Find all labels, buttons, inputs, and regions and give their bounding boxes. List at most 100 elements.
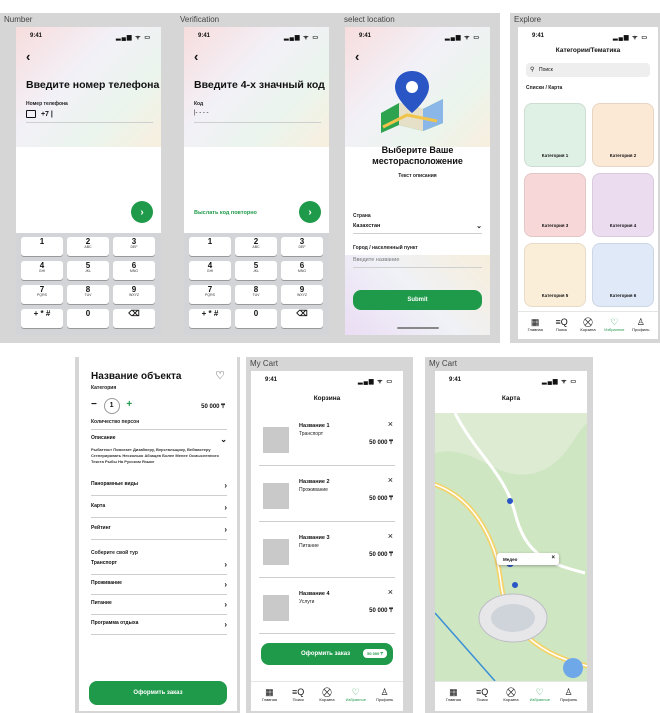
map-view[interactable] <box>435 413 587 681</box>
order-button[interactable]: Оформить заказ 50 000 ₸ <box>261 643 393 665</box>
keypad-key[interactable]: + * # <box>189 309 231 328</box>
keypad-key[interactable]: 4 GHI <box>21 261 63 280</box>
remove-icon[interactable]: × <box>388 419 393 429</box>
back-button[interactable]: ‹ <box>194 49 198 64</box>
tour-row[interactable]: Транспорт › <box>91 560 227 574</box>
status-bar: 9:41 ▂▄▆ ᯤ ▭ <box>198 33 319 41</box>
country-label: Страна <box>353 213 371 219</box>
order-button[interactable]: Оформить заказ <box>89 681 227 705</box>
category-card[interactable]: Категория 3 <box>524 173 586 237</box>
keypad-key[interactable]: 0 <box>235 309 277 328</box>
section-label: Соберите свой тур <box>91 550 138 556</box>
tab-1[interactable]: ▦ Главная <box>523 317 547 332</box>
close-icon[interactable]: × <box>551 555 555 561</box>
divider <box>91 495 227 496</box>
keypad-key[interactable]: 5 JKL <box>235 261 277 280</box>
keypad-key[interactable]: 9 WXYZ <box>281 285 323 304</box>
category-card[interactable]: Категория 6 <box>592 243 654 307</box>
back-button[interactable]: ‹ <box>355 49 359 64</box>
keypad-key[interactable]: 5 JKL <box>67 261 109 280</box>
map-pin-illustration <box>381 71 443 133</box>
tab-2[interactable]: ≡Q Поиск <box>286 687 310 702</box>
code-field[interactable]: |- - - - <box>194 110 209 116</box>
keypad-key[interactable]: 6 MNO <box>281 261 323 280</box>
tab-1[interactable]: ▦ Главная <box>441 687 465 702</box>
keypad-key[interactable]: ⌫ <box>281 309 323 328</box>
tab-icon: ♙ <box>636 317 645 327</box>
keypad-key[interactable]: 4 GHI <box>189 261 231 280</box>
tab-bar: ▦ Главная ≡Q Поиск ⛒ Корзина ♡ Избранное ♙ Профил… <box>518 311 658 339</box>
tab-5[interactable]: ♙ Профиль <box>373 687 397 702</box>
tab-4[interactable]: ♡ Избранное <box>344 687 368 702</box>
keypad-key[interactable]: 3 DEF <box>281 237 323 256</box>
submit-button[interactable]: Submit <box>353 290 482 310</box>
remove-icon[interactable]: × <box>388 475 393 485</box>
breadcrumb: Списки / Карта <box>526 85 563 91</box>
keypad-key[interactable]: 0 <box>67 309 109 328</box>
phone-field[interactable]: +7 | <box>26 110 53 118</box>
keypad-key[interactable]: 9 WXYZ <box>113 285 155 304</box>
heart-icon[interactable]: ♡ <box>215 369 225 382</box>
status-bar: 9:41 ▂▄▆ ᯤ ▭ <box>359 33 480 41</box>
keypad-key[interactable]: 7 PQRS <box>189 285 231 304</box>
category-card[interactable]: Категория 5 <box>524 243 586 307</box>
tab-2[interactable]: ≡Q Поиск <box>470 687 494 702</box>
page-title: Введите 4-х значный код <box>194 79 325 91</box>
tab-5[interactable]: ♙ Профиль <box>557 687 581 702</box>
map-popup[interactable]: Медео × <box>497 553 559 565</box>
divider <box>91 634 227 635</box>
tab-3[interactable]: ⛒ Корзина <box>499 687 523 702</box>
detail-row[interactable]: Панорамные виды › <box>91 481 227 495</box>
tab-icon: ≡Q <box>292 687 305 697</box>
keypad-key[interactable]: ⌫ <box>113 309 155 328</box>
keypad-key[interactable]: 2 ABC <box>235 237 277 256</box>
category-card[interactable]: Категория 2 <box>592 103 654 167</box>
keypad-key[interactable]: 1 <box>21 237 63 256</box>
divider <box>91 594 227 595</box>
divider <box>259 577 395 578</box>
screen-label: Verification <box>180 15 220 24</box>
tour-row[interactable]: Проживание › <box>91 580 227 594</box>
keypad-key[interactable]: 1 <box>189 237 231 256</box>
detail-row[interactable]: Рейтинг › <box>91 525 227 539</box>
category-card[interactable]: Категория 4 <box>592 173 654 237</box>
keypad-key[interactable]: 7 PQRS <box>21 285 63 304</box>
tab-2[interactable]: ≡Q Поиск <box>550 317 574 332</box>
tab-bar: ▦ Главная ≡Q Поиск ⛒ Корзина ♡ Избранное ♙ Профил… <box>435 681 587 710</box>
back-button[interactable]: ‹ <box>26 49 30 64</box>
tab-4[interactable]: ♡ Избранное <box>602 317 626 332</box>
remove-icon[interactable]: × <box>388 587 393 597</box>
field-label: Номер телефона <box>26 101 68 107</box>
country-select[interactable]: Казахстан ⌄ <box>353 223 482 230</box>
resend-link[interactable]: Выслать код повторно <box>194 210 257 216</box>
item-thumbnail <box>263 595 289 621</box>
keypad-key[interactable]: + * # <box>21 309 63 328</box>
tab-3[interactable]: ⛒ Корзина <box>576 317 600 332</box>
next-button[interactable]: › <box>299 201 321 223</box>
item-price: 50 000 ₸ <box>369 552 393 558</box>
category-card[interactable]: Категория 1 <box>524 103 586 167</box>
tab-4[interactable]: ♡ Избранное <box>528 687 552 702</box>
tour-row[interactable]: Питание › <box>91 600 227 614</box>
city-input[interactable]: Введите название <box>353 257 399 263</box>
tour-row[interactable]: Программа отдыха › <box>91 620 227 634</box>
tab-5[interactable]: ♙ Профиль <box>629 317 653 332</box>
keypad-key[interactable]: 8 TUV <box>235 285 277 304</box>
plus-button[interactable]: + <box>126 399 132 410</box>
keypad-key[interactable]: 2 ABC <box>67 237 109 256</box>
remove-icon[interactable]: × <box>388 531 393 541</box>
divider <box>91 574 227 575</box>
keypad-key[interactable]: 3 DEF <box>113 237 155 256</box>
detail-row[interactable]: Карта › <box>91 503 227 517</box>
item-type: Услуги <box>299 599 315 605</box>
minus-button[interactable]: − <box>91 399 97 410</box>
keypad-key[interactable]: 8 TUV <box>67 285 109 304</box>
tab-1[interactable]: ▦ Главная <box>257 687 281 702</box>
tab-3[interactable]: ⛒ Корзина <box>315 687 339 702</box>
tab-icon: ≡Q <box>476 687 489 697</box>
next-button[interactable]: › <box>131 201 153 223</box>
search-input[interactable]: ⚲ Поиск <box>526 63 650 77</box>
item-type: Питание <box>299 543 319 549</box>
keypad-key[interactable]: 6 MNO <box>113 261 155 280</box>
search-icon: ⚲ <box>530 67 535 73</box>
